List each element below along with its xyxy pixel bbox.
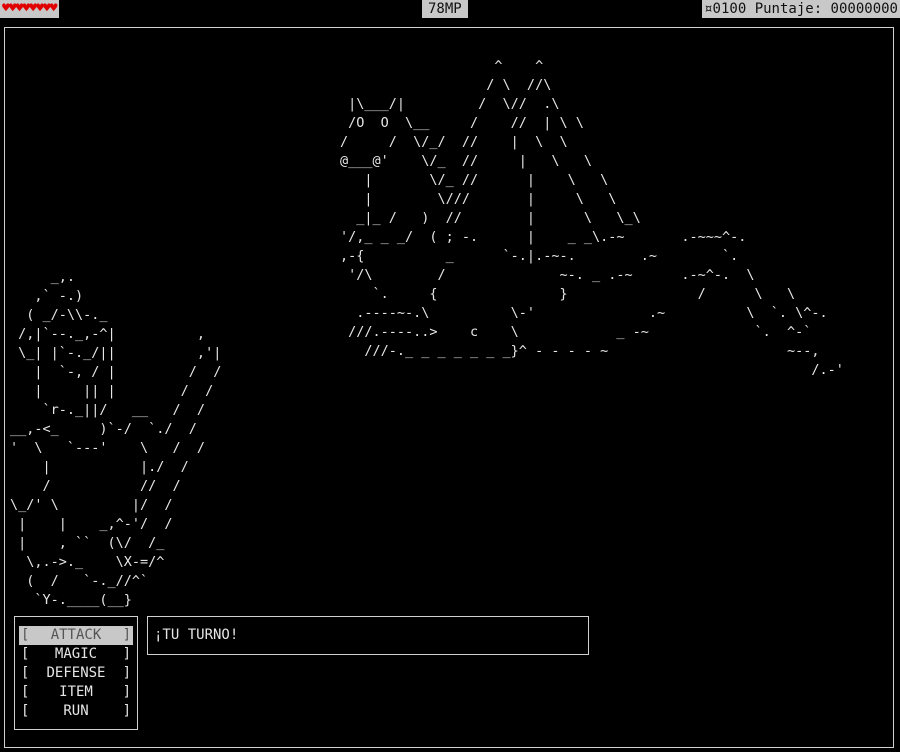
menu-item-item[interactable]: [ ITEM ] xyxy=(19,683,133,702)
health-hearts: ♥♥♥♥♥♥♥♥ xyxy=(0,0,59,18)
menu-item-defense[interactable]: [ DEFENSE ] xyxy=(19,664,133,683)
menu-item-magic[interactable]: [ MAGIC ] xyxy=(19,645,133,664)
menu-item-label: RUN xyxy=(63,703,89,719)
battle-menu: [ ATTACK ] [ MAGIC ] [ DEFENSE ] [ ITEM … xyxy=(14,616,138,730)
menu-item-attack[interactable]: [ ATTACK ] xyxy=(19,626,133,645)
menu-item-label: ITEM xyxy=(59,684,93,700)
menu-item-run[interactable]: [ RUN ] xyxy=(19,702,133,721)
hero-knight-art: _,. ,` -.) ( _/-\\-._ /,|`--._,-^| , \_|… xyxy=(10,269,222,608)
mana-points: 78MP xyxy=(422,0,468,18)
menu-item-label: ATTACK xyxy=(50,627,102,643)
menu-item-label: MAGIC xyxy=(54,646,98,662)
hud-bar: ♥♥♥♥♥♥♥♥ 78MP ¤0100 Puntaje: 00000000 xyxy=(0,0,900,18)
menu-item-label: DEFENSE xyxy=(46,665,106,681)
enemy-dragon-art: ^ ^ / \ //\ |\___/| / \// .\ /O O \__ / … xyxy=(340,58,844,378)
message-box: ¡TU TURNO! xyxy=(147,616,589,655)
score-readout: ¤0100 Puntaje: 00000000 xyxy=(702,0,900,18)
